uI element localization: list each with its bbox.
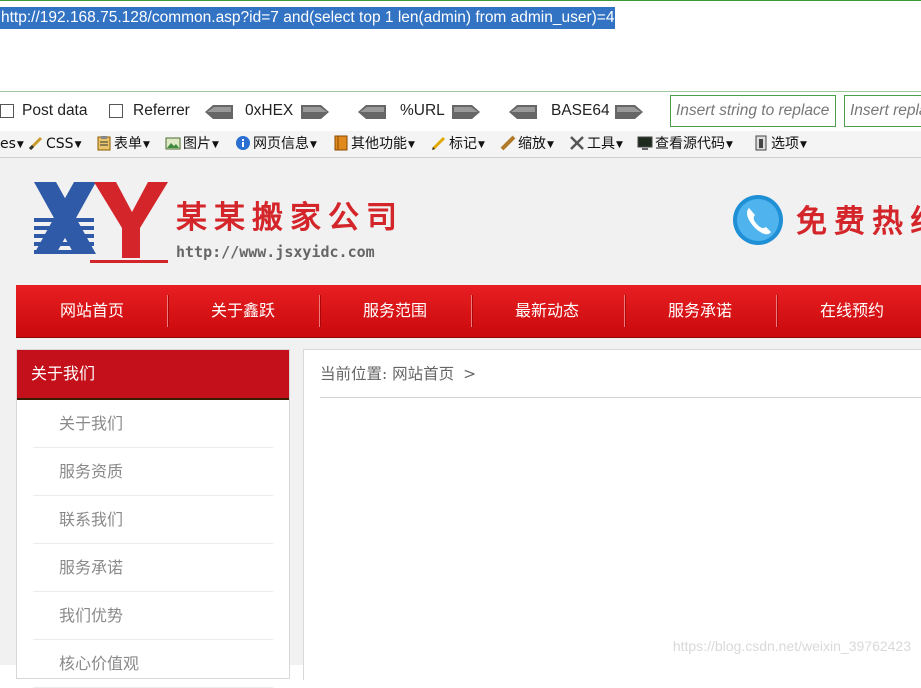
company-url: http://www.jsxyidc.com [176, 243, 375, 261]
sidebar-item-about[interactable]: 关于我们 [33, 400, 273, 448]
main-nav: 网站首页 关于鑫跃 服务范围 最新动态 服务承诺 在线预约 [16, 285, 921, 338]
url-encode-arrow-icon[interactable] [452, 105, 480, 119]
sidebar-item-advantages[interactable]: 我们优势 [33, 592, 273, 640]
sidebar-item-qualifications[interactable]: 服务资质 [33, 448, 273, 496]
misc-book-icon [334, 135, 348, 151]
nav-services[interactable]: 服务范围 [319, 285, 471, 337]
referrer-checkbox[interactable] [109, 104, 123, 118]
post-data-checkbox[interactable] [0, 104, 14, 118]
hackbar-options-row: Post data Referrer 0xHEX %URL BASE64 Ins… [0, 93, 921, 131]
hex-label: 0xHEX [245, 102, 294, 119]
wd-menu-miscellaneous[interactable]: 其他功能▼ [333, 135, 415, 153]
wd-menu-view-source[interactable]: 查看源代码▼ [637, 135, 733, 153]
options-icon [755, 135, 767, 151]
watermark: https://blog.csdn.net/weixin_39762423 [672, 638, 911, 654]
wd-menu-resize[interactable]: 缩放▼ [500, 135, 554, 153]
hackbar-url-area[interactable]: http://192.168.75.128/common.asp?id=7 an… [0, 0, 921, 92]
hex-encode-arrow-icon[interactable] [301, 105, 329, 119]
main-content: 当前位置: 网站首页 > [303, 349, 921, 680]
company-logo-icon [34, 182, 168, 263]
web-developer-toolbar: es▼ CSS▼ 表单▼ 图片▼ 网页信息▼ 其他功能▼ 标记▼ 缩放▼ 工具▼… [0, 131, 921, 158]
image-icon [165, 137, 181, 150]
sidebar: 关于我们 关于我们 服务资质 联系我们 服务承诺 我们优势 核心价值观 [16, 349, 290, 688]
nav-news[interactable]: 最新动态 [471, 285, 623, 337]
breadcrumb: 当前位置: 网站首页 > [320, 362, 476, 384]
url-decode-arrow-icon[interactable] [358, 105, 386, 119]
base64-decode-arrow-icon[interactable] [509, 105, 537, 119]
hotline-text: 免费热线 [796, 204, 921, 240]
wd-menu-tools[interactable]: 工具▼ [569, 135, 623, 153]
wd-menu-images[interactable]: 图片▼ [165, 135, 219, 153]
outline-pencil-icon [431, 136, 446, 151]
breadcrumb-separator: > [463, 365, 477, 383]
web-page: 某某搬家公司 http://www.jsxyidc.com 免费热线 网站首页 … [0, 158, 921, 688]
phone-icon [733, 195, 783, 245]
view-source-monitor-icon [637, 136, 653, 150]
base64-label: BASE64 [551, 102, 610, 119]
breadcrumb-divider [320, 397, 921, 398]
breadcrumb-label: 当前位置: [320, 365, 388, 383]
wd-menu-forms[interactable]: 表单▼ [96, 135, 150, 153]
post-data-label[interactable]: Post data [22, 102, 88, 120]
url-label: %URL [400, 102, 445, 119]
replace-string-input[interactable]: Insert string to replace [670, 95, 836, 127]
nav-home[interactable]: 网站首页 [16, 285, 168, 337]
resize-ruler-icon [500, 135, 516, 151]
wd-menu-options[interactable]: 选项▼ [753, 135, 807, 153]
wd-menu-information[interactable]: 网页信息▼ [235, 135, 317, 153]
wd-menu-css[interactable]: CSS▼ [28, 135, 81, 153]
tools-wrench-icon [570, 136, 584, 150]
breadcrumb-home-link[interactable]: 网站首页 [392, 365, 454, 383]
company-name: 某某搬家公司 [176, 200, 404, 236]
replacing-string-input[interactable]: Insert replacing string [844, 95, 921, 127]
sidebar-item-commitment[interactable]: 服务承诺 [33, 544, 273, 592]
base64-encode-arrow-icon[interactable] [615, 105, 643, 119]
sidebar-item-contact[interactable]: 联系我们 [33, 496, 273, 544]
form-clipboard-icon [97, 136, 111, 151]
wd-menu-outline[interactable]: 标记▼ [431, 135, 485, 153]
info-icon [236, 136, 250, 150]
hackbar-url-text[interactable]: http://192.168.75.128/common.asp?id=7 an… [0, 7, 616, 29]
sidebar-item-values[interactable]: 核心价值观 [33, 640, 273, 688]
nav-about[interactable]: 关于鑫跃 [167, 285, 319, 337]
css-brush-icon [28, 136, 43, 151]
wd-menu-es[interactable]: es▼ [0, 135, 24, 153]
sidebar-title: 关于我们 [17, 350, 289, 400]
hex-decode-arrow-icon[interactable] [205, 105, 233, 119]
nav-commitment[interactable]: 服务承诺 [624, 285, 776, 337]
referrer-label[interactable]: Referrer [133, 102, 190, 120]
nav-booking[interactable]: 在线预约 [776, 285, 921, 337]
